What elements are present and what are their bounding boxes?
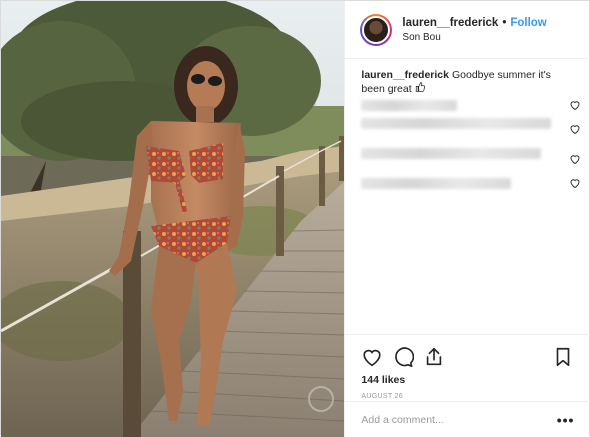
share-icon[interactable] xyxy=(423,346,445,368)
profile-avatar[interactable] xyxy=(360,13,393,46)
post-actions: 144 likes AUGUST 26 xyxy=(345,334,590,400)
post-photo[interactable] xyxy=(1,1,345,437)
comment-like-icon[interactable] xyxy=(569,123,581,135)
comment-row xyxy=(361,97,581,113)
blurred-comment xyxy=(361,178,512,189)
bookmark-icon[interactable] xyxy=(552,346,574,368)
instagram-post: lauren__frederick • Follow Son Bou laure… xyxy=(0,0,590,437)
comment-like-icon[interactable] xyxy=(569,177,581,189)
post-date: AUGUST 26 xyxy=(361,393,403,400)
thumbs-up-icon xyxy=(415,82,425,97)
comment-row xyxy=(361,151,581,167)
comment-input[interactable] xyxy=(361,413,557,426)
caption-username[interactable]: lauren__frederick xyxy=(361,69,449,81)
beach-boardwalk-photo xyxy=(1,1,345,437)
follow-button[interactable]: Follow xyxy=(510,17,546,29)
location-link[interactable]: Son Bou xyxy=(402,32,546,43)
separator-dot: • xyxy=(502,16,507,29)
likes-count[interactable]: 144 likes xyxy=(361,374,574,386)
header-user-line: lauren__frederick • Follow xyxy=(402,17,546,29)
comment-icon[interactable] xyxy=(392,346,415,368)
comment-row xyxy=(361,121,581,137)
comment-row xyxy=(361,175,581,191)
add-comment-bar: ••• xyxy=(345,401,590,437)
blurred-comment xyxy=(361,100,458,111)
post-header: lauren__frederick • Follow Son Bou xyxy=(345,1,590,59)
more-options-icon[interactable]: ••• xyxy=(557,412,575,428)
post-caption: lauren__frederick Goodbye summer it's bee… xyxy=(361,68,576,97)
header-text: lauren__frederick • Follow Son Bou xyxy=(402,17,546,43)
comment-like-icon[interactable] xyxy=(569,153,581,165)
comment-like-icon[interactable] xyxy=(569,99,581,111)
avatar-photo xyxy=(362,15,391,44)
post-side-panel: lauren__frederick • Follow Son Bou laure… xyxy=(344,1,590,437)
username-link[interactable]: lauren__frederick xyxy=(402,17,498,29)
action-icons-row xyxy=(361,343,574,371)
heart-icon[interactable] xyxy=(361,346,383,368)
